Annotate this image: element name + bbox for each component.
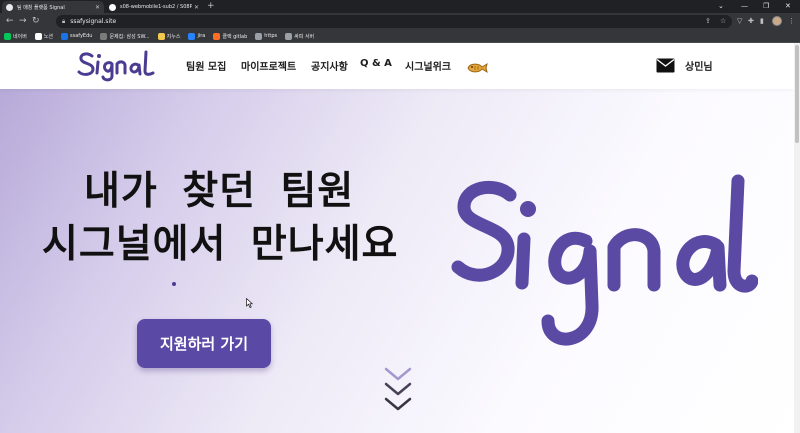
nav-qna[interactable]: Q & A (360, 58, 392, 69)
close-tab-icon[interactable]: ✕ (194, 4, 199, 11)
bookmark-gitlab[interactable]: 클랙 gitlab (213, 32, 247, 40)
bookmark-problem-set[interactable]: 문제집: 삼성 SW... (100, 32, 150, 40)
close-window-icon[interactable]: ✕ (785, 1, 791, 11)
menu-kebab-icon[interactable]: ⋮ (788, 17, 795, 25)
close-tab-icon[interactable]: ✕ (95, 4, 100, 11)
address-bar[interactable]: 🔒︎ ssafysignal.site (56, 15, 732, 28)
signal-hero-logo (448, 143, 759, 372)
gitlab-icon (213, 32, 221, 40)
share-icon[interactable]: ⇪ (705, 17, 711, 25)
mouse-cursor-icon (246, 293, 254, 312)
reload-icon[interactable]: ↻ (32, 16, 40, 26)
forward-icon[interactable]: → (19, 16, 27, 26)
bookmark-jira[interactable]: jira (188, 32, 205, 40)
nav-signal-week[interactable]: 시그널위크 (405, 58, 451, 73)
url-text: ssafysignal.site (70, 18, 117, 25)
page-scrollbar[interactable] (794, 43, 800, 433)
profile-avatar[interactable] (772, 16, 782, 26)
hero-headline-line2: 시그널에서 만나세요 (42, 222, 399, 267)
site-header: 팀원 모집 마이프로젝트 공지사항 Q & A 시그널위크 상민님 (0, 43, 794, 89)
tab-search-icon[interactable]: ⌄ (718, 1, 724, 11)
minimize-icon[interactable]: — (741, 1, 748, 11)
bookmarks-bar: 네이버 노션 ssafyEdu 문제집: 삼성 SW... 지누스 jira 클… (0, 30, 800, 43)
globe-icon (285, 32, 293, 40)
ssafyedu-icon (61, 32, 69, 40)
jira-icon (188, 32, 196, 40)
side-panel-icon[interactable]: ▮ (760, 17, 764, 25)
bookmark-https[interactable]: https (255, 32, 277, 40)
typing-dot (172, 282, 176, 286)
bookmark-star-icon[interactable]: ☆ (720, 17, 726, 25)
mail-icon[interactable] (656, 58, 675, 77)
swea-icon (100, 32, 108, 40)
naver-icon (4, 32, 11, 40)
extension-v-icon[interactable]: ▽ (737, 17, 742, 25)
bookmark-ssafyedu[interactable]: ssafyEdu (61, 32, 92, 40)
signal-logo[interactable] (76, 47, 158, 87)
back-icon[interactable]: ← (6, 16, 14, 26)
nav-team-recruit[interactable]: 팀원 모집 (186, 58, 226, 73)
nav-notice[interactable]: 공지사항 (311, 58, 348, 73)
tab-favicon-icon (6, 3, 13, 11)
page-viewport: 팀원 모집 마이프로젝트 공지사항 Q & A 시그널위크 상민님 내가 찾던 … (0, 43, 800, 433)
tab-title: 팀 매칭 플랫폼 Signal (17, 4, 65, 11)
bookmark-ssafy-server[interactable]: 싸피 서버 (285, 32, 314, 40)
scrollbar-thumb[interactable] (795, 45, 799, 143)
browser-toolbar: ← → ↻ 🔒︎ ssafysignal.site ⇪ ☆ ▽ ✚ ▮ ⋮ (0, 13, 800, 30)
browser-tab-strip: 팀 매칭 플랫폼 Signal ✕ s08-webmobile1-sub2 / … (0, 0, 800, 13)
lock-icon: 🔒︎ (62, 17, 66, 25)
extensions-puzzle-icon[interactable]: ✚ (748, 17, 754, 25)
browser-tab-inactive[interactable]: s08-webmobile1-sub2 / S08P1… ✕ (105, 1, 203, 13)
folder-icon (157, 32, 165, 40)
bookmark-folder[interactable]: 지누스 (157, 32, 180, 40)
github-favicon-icon (109, 3, 116, 11)
notion-icon (34, 32, 42, 40)
scroll-down-chevrons-icon[interactable] (384, 366, 412, 418)
new-tab-icon[interactable]: + (207, 1, 215, 11)
browser-tab-active[interactable]: 팀 매칭 플랫폼 Signal ✕ (2, 1, 104, 13)
bookmark-naver[interactable]: 네이버 (4, 32, 27, 40)
restore-icon[interactable]: ❐ (763, 1, 769, 11)
hero-headline-line1: 내가 찾던 팀원 (84, 169, 355, 214)
username-label[interactable]: 상민님 (685, 58, 713, 73)
fish-bread-icon[interactable] (466, 59, 488, 78)
apply-button[interactable]: 지원하러 가기 (137, 319, 271, 368)
globe-icon (255, 32, 263, 40)
nav-my-project[interactable]: 마이프로젝트 (241, 58, 296, 73)
bookmark-notion[interactable]: 노션 (34, 32, 53, 40)
tab-title: s08-webmobile1-sub2 / S08P1… (120, 4, 192, 10)
